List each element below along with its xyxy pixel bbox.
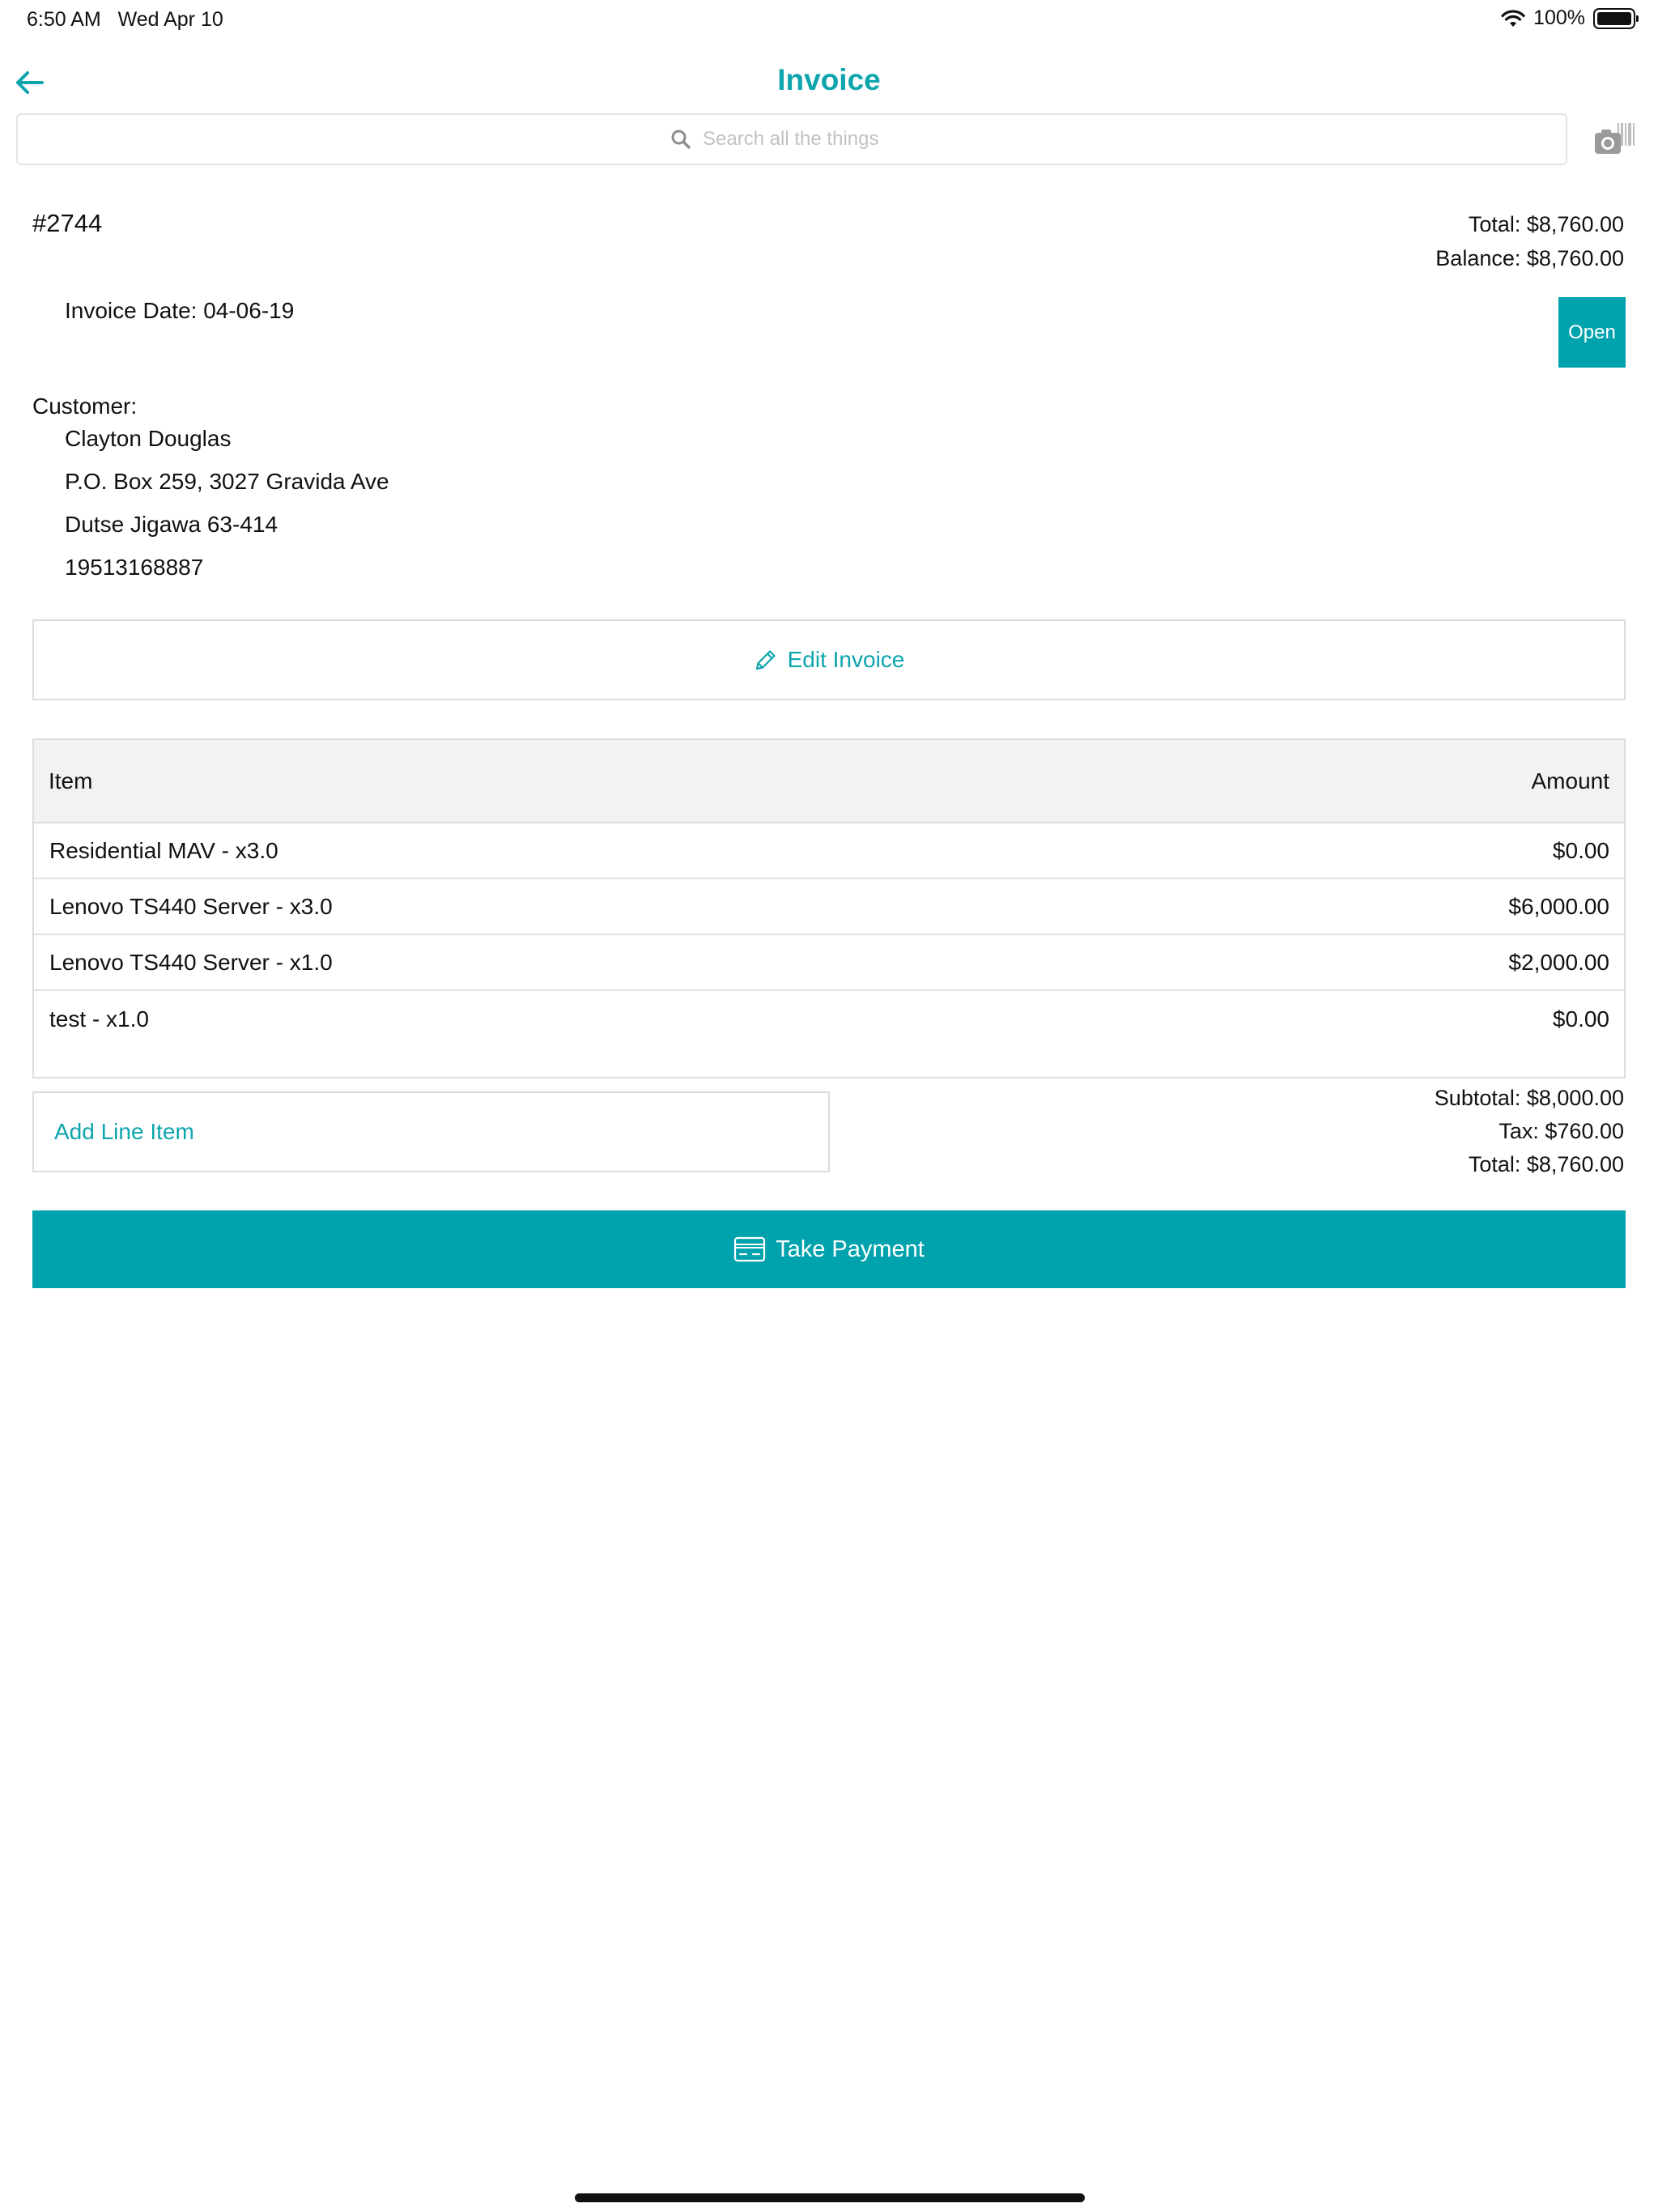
edit-invoice-label: Edit Invoice	[787, 647, 905, 672]
table-row[interactable]: Lenovo TS440 Server - x3.0 $6,000.00	[34, 879, 1624, 935]
table-header: Item Amount	[34, 740, 1624, 823]
home-indicator[interactable]	[575, 2193, 1085, 2202]
column-header-amount: Amount	[1531, 768, 1610, 793]
line-items-table: Item Amount Residential MAV - x3.0 $0.00…	[32, 738, 1626, 1078]
row-amount: $0.00	[1552, 1006, 1609, 1032]
table-row[interactable]: Residential MAV - x3.0 $0.00	[34, 823, 1624, 879]
status-bar-time: 6:50 AM Wed Apr 10	[27, 8, 223, 31]
status-open-button[interactable]: Open	[1558, 297, 1626, 368]
credit-card-icon	[734, 1236, 766, 1262]
row-amount: $2,000.00	[1508, 949, 1609, 975]
customer-address-line2: Dutse Jigawa 63-414	[65, 512, 278, 537]
take-payment-button[interactable]: Take Payment	[32, 1210, 1626, 1288]
row-item: Residential MAV - x3.0	[49, 837, 278, 863]
page-title: Invoice	[777, 63, 881, 96]
summary-tax: Tax: $760.00	[1499, 1119, 1624, 1143]
invoice-date: Invoice Date: 04-06-19	[65, 298, 295, 323]
row-amount: $6,000.00	[1508, 893, 1609, 919]
summary-total: Total: $8,760.00	[1468, 1152, 1624, 1176]
invoice-summary: Subtotal: $8,000.00 Tax: $760.00 Total: …	[1435, 1082, 1624, 1181]
status-bar-right: 100%	[1501, 6, 1639, 30]
customer-label: Customer:	[32, 393, 138, 419]
add-line-item-button[interactable]: Add Line Item	[32, 1091, 830, 1172]
customer-name: Clayton Douglas	[65, 426, 232, 451]
row-item: test - x1.0	[49, 1006, 149, 1032]
wifi-icon	[1501, 9, 1525, 27]
row-amount: $0.00	[1552, 837, 1609, 863]
take-payment-label: Take Payment	[776, 1236, 925, 1262]
row-item: Lenovo TS440 Server - x1.0	[49, 949, 333, 975]
invoice-number: #2744	[32, 209, 103, 237]
summary-subtotal: Subtotal: $8,000.00	[1434, 1086, 1624, 1110]
invoice-total: Total: $8,760.00	[1468, 212, 1624, 236]
edit-invoice-button[interactable]: Edit Invoice	[32, 619, 1626, 700]
customer-address-line1: P.O. Box 259, 3027 Gravida Ave	[65, 469, 389, 494]
search-input[interactable]	[703, 128, 913, 151]
table-row[interactable]: test - x1.0 $0.00	[34, 991, 1624, 1047]
invoice-balance: Balance: $8,760.00	[1435, 246, 1624, 270]
column-header-item: Item	[49, 768, 93, 793]
pencil-icon	[755, 650, 776, 670]
invoice-totals: Total: $8,760.00 Balance: $8,760.00	[1435, 207, 1624, 275]
battery-percent: 100%	[1533, 6, 1585, 29]
search-bar[interactable]	[16, 113, 1567, 165]
customer-phone: 19513168887	[65, 555, 204, 580]
table-row[interactable]: Lenovo TS440 Server - x1.0 $2,000.00	[34, 935, 1624, 991]
row-item: Lenovo TS440 Server - x3.0	[49, 893, 333, 919]
barcode-camera-icon[interactable]	[1593, 121, 1635, 157]
search-icon	[671, 130, 691, 149]
battery-icon	[1593, 7, 1639, 29]
